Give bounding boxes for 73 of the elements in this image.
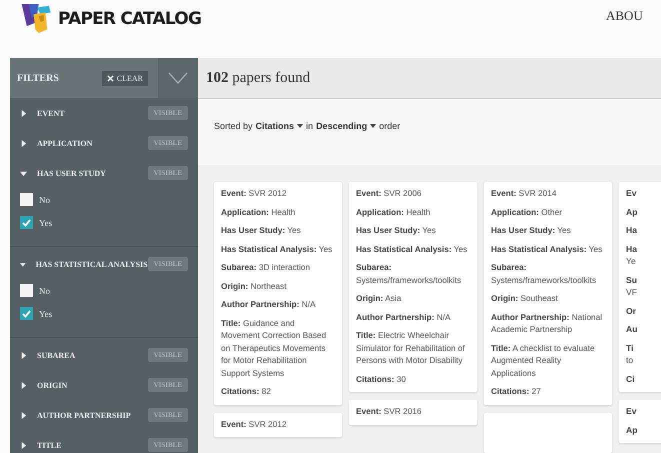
check-icon xyxy=(22,218,31,226)
card-field: Su VF xyxy=(626,274,661,298)
brand-title: PAPER CATALOG xyxy=(58,8,202,28)
card-field: Origin: Asia xyxy=(356,292,470,304)
results-count: 102 papers found xyxy=(206,70,310,86)
card-field: Au xyxy=(626,323,661,336)
option-label: Yes xyxy=(39,218,52,228)
clear-button[interactable]: CLEAR xyxy=(102,70,148,86)
filter-toggle[interactable]: EVENT xyxy=(37,108,148,118)
filter-toggle[interactable]: AUTHOR PARTNERSHIP xyxy=(37,410,148,420)
card-field: Event: SVR 2016 xyxy=(356,405,470,418)
card-field: Origin: Northeast xyxy=(221,280,335,292)
caret-icon xyxy=(370,124,376,128)
card-field: Title: Guidance and Movement Correction Based on Therapeutics Movements for Motor Rehabilitation Support Systems xyxy=(221,316,335,379)
card-field: Has User Study: Yes xyxy=(356,224,470,236)
card-field: Ev xyxy=(626,187,661,200)
card-field: Application: Health xyxy=(356,206,470,218)
card-field: Citations: 30 xyxy=(356,372,470,385)
card-field: Subarea: Systems/frameworks/toolkits xyxy=(356,261,470,286)
card-field: Has User Study: Yes xyxy=(491,224,605,236)
checkbox[interactable] xyxy=(20,216,33,229)
card-field: Title: A checklist to evaluate Augmented Reality Applications xyxy=(491,342,605,379)
card-field: Author Partnership: N/A xyxy=(221,298,335,310)
card-field: Ap xyxy=(626,424,661,436)
sort-field-dropdown[interactable]: Citations xyxy=(256,121,304,131)
filter-toggle[interactable]: SUBAREA xyxy=(37,350,148,360)
card-field: Citations: 27 xyxy=(491,385,605,398)
option-label: No xyxy=(39,194,50,204)
filter-toggle[interactable]: TITLE xyxy=(37,440,148,450)
card-field: Ev xyxy=(626,405,661,418)
card-field: Subarea: Systems/frameworks/toolkits xyxy=(491,261,605,286)
sort-text: order xyxy=(379,121,400,131)
filter-toggle[interactable]: HAS STATISTICAL ANALYSIS xyxy=(36,260,148,268)
filter-toggle[interactable]: HAS USER STUDY xyxy=(37,168,148,178)
card-field: Ap xyxy=(626,206,661,218)
filter-toggle[interactable]: APPLICATION xyxy=(37,138,148,148)
card-field: Subarea: 3D interaction xyxy=(221,261,335,274)
card-field: Ci xyxy=(626,372,661,385)
option-label: No xyxy=(39,286,50,296)
sort-order-dropdown[interactable]: Descending xyxy=(316,121,376,131)
card-field: Event: SVR 2012 xyxy=(221,187,335,200)
card-field: Has User Study: Yes xyxy=(221,224,335,236)
close-icon xyxy=(106,74,114,82)
card-field: Author Partnership: National Academic Partnership xyxy=(491,310,605,336)
sort-text: Sorted by xyxy=(214,121,253,131)
collapse-button[interactable] xyxy=(158,58,198,98)
card-field: Author Partnership: N/A xyxy=(356,310,470,323)
card-field: Event: SVR 2014 xyxy=(491,187,605,200)
checkbox[interactable] xyxy=(20,193,33,206)
card-field: Application: Other xyxy=(491,206,605,218)
card-field: Citations: 82 xyxy=(221,385,335,398)
card-field: Event: SVR 2012 xyxy=(221,418,335,430)
card-field: Origin: Southeast xyxy=(491,292,605,304)
filter-toggle[interactable]: ORIGIN xyxy=(37,380,148,390)
card-field: Ti to xyxy=(626,342,661,366)
chevron-down-icon xyxy=(168,72,188,84)
check-icon xyxy=(22,310,31,318)
sort-text: in xyxy=(306,121,314,131)
filters-title: FILTERS xyxy=(17,72,59,84)
caret-icon xyxy=(297,124,304,128)
nav-link[interactable]: ABOU xyxy=(606,8,643,24)
option-label: Yes xyxy=(39,308,52,318)
card-field: Ha Ye xyxy=(626,242,661,268)
card-field: Ha xyxy=(626,224,661,236)
checkbox[interactable] xyxy=(20,307,33,320)
card-field: Has Statistical Analysis: Yes xyxy=(491,242,605,255)
card-field: Application: Health xyxy=(221,206,335,218)
card-field: Title: Electric Wheelchair Simulator for Rehabilitation of Persons with Motor Disability xyxy=(356,329,470,366)
card-field: Has Statistical Analysis: Yes xyxy=(221,242,335,255)
checkbox[interactable] xyxy=(20,284,33,297)
card-field: Event: SVR 2006 xyxy=(356,187,470,200)
card-field: Has Statistical Analysis: Yes xyxy=(356,242,470,255)
card-field: Or xyxy=(626,304,661,317)
